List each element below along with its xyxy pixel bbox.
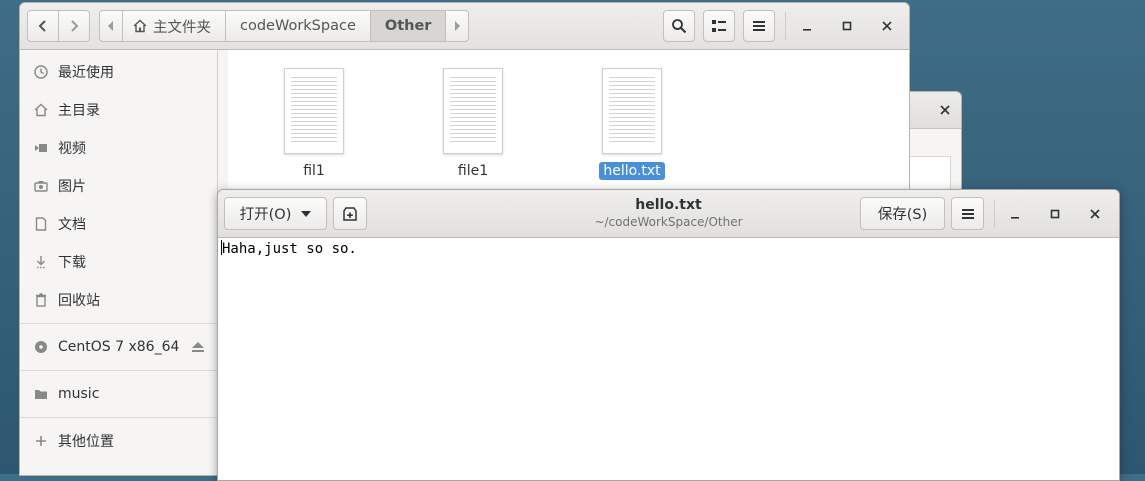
file-item-fil1[interactable]: fil1 [259, 68, 369, 180]
close-button[interactable] [1084, 203, 1106, 225]
path-segment-label: Other [384, 18, 432, 34]
header-separator [785, 12, 786, 40]
sidebar-item-label: 文档 [58, 217, 86, 233]
sidebar-item-downloads[interactable]: 下载 [20, 248, 217, 276]
sidebar-item-label: 其他位置 [58, 434, 114, 450]
new-tab-icon [342, 206, 358, 221]
minimize-icon [1010, 209, 1020, 219]
sidebar-item-pictures[interactable]: 图片 [20, 172, 217, 200]
editor-title-block: hello.txt ~/codeWorkSpace/Other [518, 197, 819, 229]
home-icon [33, 102, 49, 118]
sidebar-item-label: 图片 [58, 179, 86, 195]
minimize-icon [802, 21, 812, 31]
editor-menu-button[interactable] [951, 197, 984, 230]
sidebar-divider [20, 323, 217, 324]
file-manager-headerbar: 主文件夹 codeWorkSpace Other [20, 3, 909, 50]
home-icon [133, 19, 147, 33]
path-bar: 主文件夹 codeWorkSpace Other [99, 10, 470, 42]
maximize-button[interactable] [836, 15, 858, 37]
path-scroll-right[interactable] [446, 11, 468, 41]
minimize-button[interactable] [1004, 203, 1026, 225]
chevron-right-icon [69, 19, 79, 33]
sidebar-item-label: music [58, 386, 100, 402]
camera-icon [33, 178, 49, 194]
path-segment-home[interactable]: 主文件夹 [123, 11, 226, 41]
file-name: hello.txt [599, 162, 665, 180]
hamburger-icon [961, 208, 975, 220]
new-document-button[interactable] [333, 197, 367, 230]
list-view-icon [711, 19, 727, 33]
editor-content: Haha,just so so. [222, 241, 357, 257]
dropdown-arrow-icon [301, 210, 312, 217]
hamburger-icon [752, 20, 766, 32]
sidebar-item-label: 下载 [58, 255, 86, 271]
sidebar-item-label: 视频 [58, 141, 86, 157]
download-icon [33, 254, 49, 270]
sidebar-item-recent[interactable]: 最近使用 [20, 58, 217, 86]
sidebar-item-label: 回收站 [58, 293, 100, 309]
forward-button[interactable] [58, 10, 90, 42]
file-item-hello-txt[interactable]: hello.txt [577, 68, 687, 180]
close-button[interactable] [876, 15, 898, 37]
document-icon [33, 216, 49, 232]
view-toggle-button[interactable] [703, 10, 735, 42]
file-name: fil1 [303, 163, 325, 179]
sidebar-item-videos[interactable]: 视频 [20, 134, 217, 162]
path-segment-label: codeWorkSpace [240, 18, 356, 34]
save-button[interactable]: 保存(S) [860, 197, 945, 230]
path-segment-label: 主文件夹 [153, 19, 211, 36]
sidebar-item-centos-disc[interactable]: CentOS 7 x86_64 [20, 333, 217, 361]
save-button-label: 保存(S) [877, 207, 928, 223]
text-file-icon [602, 68, 662, 154]
sidebar-item-music[interactable]: music [20, 380, 217, 408]
sidebar-item-label: 主目录 [58, 103, 100, 119]
maximize-button[interactable] [1044, 203, 1066, 225]
triangle-right-icon [454, 21, 461, 31]
video-icon [33, 140, 49, 156]
chevron-left-icon [38, 19, 48, 33]
back-button[interactable] [27, 10, 59, 42]
file-item-file1[interactable]: file1 [418, 68, 528, 180]
clock-icon [33, 64, 49, 80]
sidebar-divider [20, 370, 217, 371]
path-segment-other[interactable]: Other [370, 11, 447, 41]
search-button[interactable] [663, 10, 695, 42]
file-name: file1 [457, 163, 489, 179]
sidebar-item-label: 最近使用 [58, 65, 114, 81]
disc-icon [33, 339, 49, 355]
path-segment-codeworkspace[interactable]: codeWorkSpace [226, 11, 371, 41]
menu-button[interactable] [743, 10, 775, 42]
open-button[interactable]: 打开(O) [224, 197, 327, 230]
triangle-left-icon [108, 21, 114, 31]
places-sidebar: 最近使用 主目录 视频 图片 文档 下载 回收站 CentOS 7 x86_64… [20, 50, 218, 475]
text-editor-headerbar: 打开(O) hello.txt ~/codeWorkSpace/Other 保存… [218, 190, 1119, 238]
text-file-icon [284, 68, 344, 154]
editor-title: hello.txt [635, 197, 702, 213]
open-button-label: 打开(O) [239, 207, 292, 223]
text-editor-area[interactable]: Haha,just so so. [218, 238, 1119, 480]
text-editor-window: 打开(O) hello.txt ~/codeWorkSpace/Other 保存… [217, 189, 1120, 481]
minimize-button[interactable] [796, 15, 818, 37]
header-separator [994, 200, 995, 228]
sidebar-item-trash[interactable]: 回收站 [20, 286, 217, 314]
path-scroll-left[interactable] [100, 11, 123, 41]
sidebar-item-home[interactable]: 主目录 [20, 96, 217, 124]
trash-icon [33, 292, 49, 308]
sidebar-item-other-locations[interactable]: 其他位置 [20, 427, 217, 455]
sidebar-divider [20, 417, 217, 418]
eject-icon[interactable] [190, 339, 206, 355]
close-icon[interactable] [935, 100, 955, 120]
folder-icon [33, 386, 49, 402]
sidebar-item-documents[interactable]: 文档 [20, 210, 217, 238]
editor-subtitle: ~/codeWorkSpace/Other [594, 215, 743, 229]
maximize-icon [842, 21, 852, 31]
search-icon [671, 18, 687, 34]
text-file-icon [443, 68, 503, 154]
maximize-icon [1050, 209, 1060, 219]
sidebar-item-label: CentOS 7 x86_64 [58, 339, 180, 355]
close-icon [1090, 209, 1100, 219]
plus-icon [33, 433, 49, 449]
close-icon [882, 21, 892, 31]
